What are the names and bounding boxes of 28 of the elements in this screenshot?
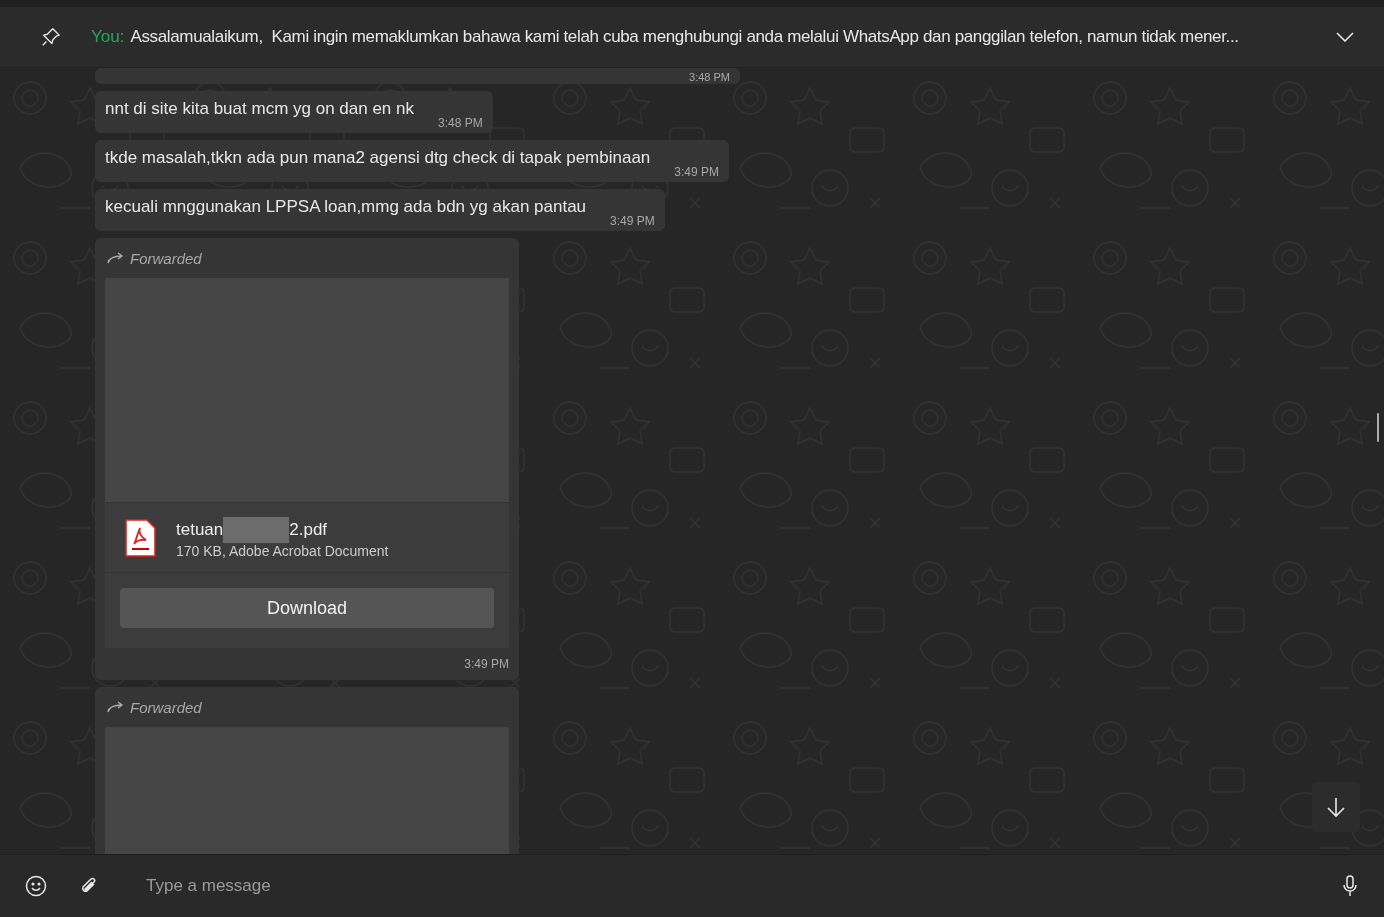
forward-arrow-icon bbox=[107, 701, 124, 713]
message-time: 3:49 PM bbox=[610, 214, 655, 228]
message-text: kecuali mnggunakan LPPSA loan,mmg ada bdn yg akan pantau bbox=[105, 196, 587, 218]
pin-icon bbox=[40, 26, 62, 48]
message-time: 3:49 PM bbox=[674, 165, 719, 179]
arrow-down-icon bbox=[1325, 796, 1347, 818]
emoji-icon[interactable] bbox=[25, 875, 47, 897]
download-button[interactable]: Download bbox=[120, 588, 494, 628]
message-time: 3:48 PM bbox=[438, 116, 483, 130]
message-text: tkde masalah,tkkn ada pun mana2 agensi dtg check di tapak pembinaan bbox=[105, 147, 651, 169]
pdf-file-icon bbox=[125, 518, 156, 557]
file-name-end: 2.pdf bbox=[289, 519, 328, 540]
pinned-message-bar[interactable]: You: Assalamualaikum, Kami ingin memaklumkan bahawa kami telah cuba menghubungi anda melalui WhatsApp dan panggilan telefon, namun tidak mener... bbox=[0, 7, 1384, 68]
message-time: 3:49 PM bbox=[464, 657, 509, 671]
sender-label: You: bbox=[91, 27, 125, 47]
message-input-field[interactable]: Type a message bbox=[144, 875, 1310, 897]
message-time: 3:48 PM bbox=[689, 72, 730, 83]
microphone-icon[interactable] bbox=[1342, 875, 1358, 897]
pinned-message-text: Assalamualaikum, Kami ingin memaklumkan bahawa kami telah cuba menghubungi anda melalui WhatsApp dan panggilan telefon, namun tidak mener... bbox=[130, 27, 1240, 47]
file-details: 170 KB, Adobe Acrobat Document bbox=[176, 542, 389, 559]
chevron-down-icon[interactable] bbox=[1336, 32, 1354, 42]
scroll-down-button[interactable] bbox=[1312, 782, 1360, 832]
message-text: nnt di site kita buat mcm yg on dan en nk bbox=[105, 98, 414, 120]
forwarded-label: Forwarded bbox=[130, 249, 202, 267]
redaction-block bbox=[223, 516, 290, 543]
forwarded-label: Forwarded bbox=[130, 698, 202, 716]
file-name-start: tetuan bbox=[176, 519, 224, 540]
forward-arrow-icon bbox=[107, 252, 124, 264]
